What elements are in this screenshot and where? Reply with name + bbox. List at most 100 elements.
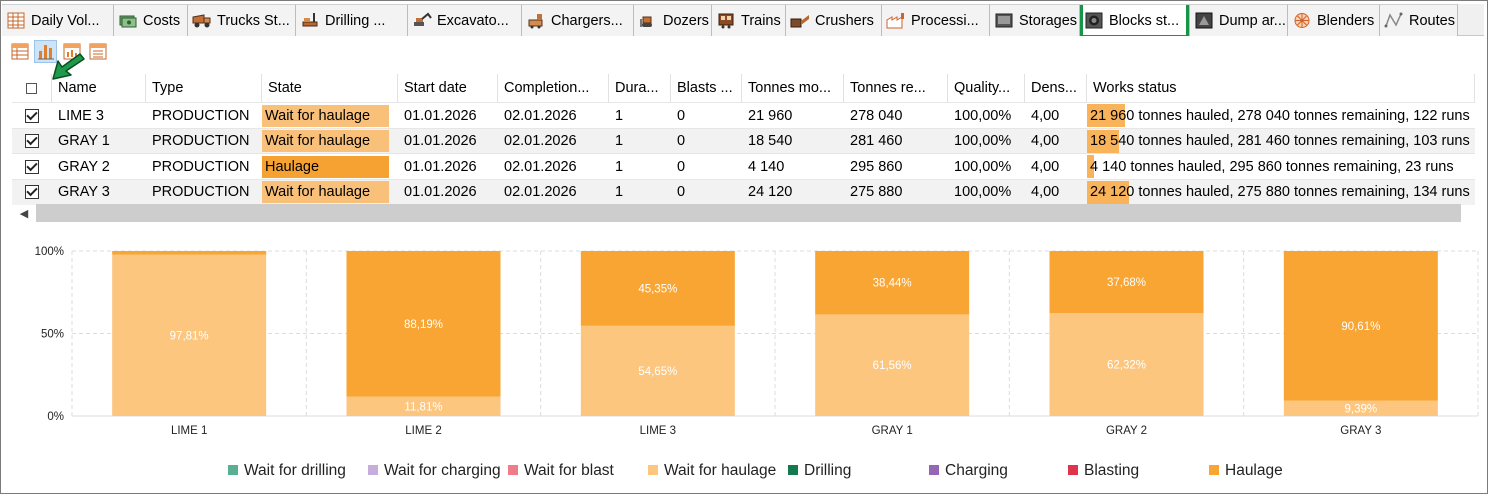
cell-density: 4,00 bbox=[1031, 158, 1060, 175]
scroll-thumb[interactable] bbox=[36, 204, 1461, 222]
column-header[interactable]: Tonnes re... bbox=[844, 74, 948, 102]
column-header[interactable]: Completion... bbox=[498, 74, 609, 102]
tab-dump[interactable]: Dump ar... bbox=[1190, 4, 1288, 36]
cell-moved: 24 120 bbox=[748, 184, 793, 200]
cell-duration: 1 bbox=[615, 107, 624, 124]
cell-type: PRODUCTION bbox=[152, 184, 250, 200]
column-header[interactable]: Quality... bbox=[948, 74, 1025, 102]
cell-name: GRAY 1 bbox=[58, 133, 110, 149]
data-label: 90,61% bbox=[1341, 321, 1380, 333]
state-badge: Haulage bbox=[262, 155, 389, 178]
tab-label: Dozers bbox=[663, 12, 709, 29]
column-header[interactable]: Type bbox=[146, 74, 262, 102]
blender-icon bbox=[1292, 12, 1312, 30]
state-cell: Wait for haulage bbox=[262, 180, 398, 205]
tab-label: Blocks st... bbox=[1109, 12, 1180, 29]
cell-quality: 100,00% bbox=[954, 184, 1012, 200]
cell-duration: 1 bbox=[615, 133, 624, 149]
cell-start: 01.01.2026 bbox=[404, 184, 477, 200]
cell-moved: 18 540 bbox=[748, 133, 793, 149]
tab-label: Trains bbox=[741, 12, 781, 29]
blocks-table: Name Type State Start date Completion... Dura… bbox=[12, 74, 1475, 224]
works-status-cell: 24 120 tonnes hauled, 275 880 tonnes rem… bbox=[1087, 180, 1475, 205]
row-checkbox[interactable] bbox=[12, 180, 52, 205]
tab-storage[interactable]: Storages bbox=[990, 4, 1080, 36]
tab-blocks[interactable]: Blocks st... bbox=[1080, 4, 1190, 36]
tab-drill-rig[interactable]: Drilling ... bbox=[296, 4, 408, 36]
data-label: 45,35% bbox=[638, 283, 677, 295]
tab-train[interactable]: Trains bbox=[712, 4, 786, 36]
table-view-button[interactable] bbox=[8, 40, 31, 63]
data-label: 9,39% bbox=[1345, 403, 1378, 415]
train-icon bbox=[716, 12, 736, 30]
table-row[interactable]: GRAY 3 PRODUCTION Wait for haulage 01.01.20… bbox=[12, 178, 1475, 205]
list-view-icon bbox=[89, 43, 106, 60]
row-checkbox[interactable] bbox=[12, 129, 52, 154]
column-header[interactable]: State bbox=[262, 74, 398, 102]
table-header: Name Type State Start date Completion... Dura… bbox=[12, 74, 1475, 102]
tab-label: Crushers bbox=[815, 12, 874, 29]
legend-label: Wait for drilling bbox=[244, 462, 346, 479]
factory-icon bbox=[886, 12, 906, 30]
state-badge: Wait for haulage bbox=[262, 181, 389, 203]
works-status-text: 24 120 tonnes hauled, 275 880 tonnes rem… bbox=[1090, 184, 1470, 200]
tab-money[interactable]: Costs bbox=[114, 4, 188, 36]
column-header[interactable]: Works status bbox=[1087, 74, 1475, 102]
excavator-icon bbox=[412, 12, 432, 30]
column-header[interactable]: Start date bbox=[398, 74, 498, 102]
tab-excavator[interactable]: Excavato... bbox=[408, 4, 522, 36]
cell-duration: 1 bbox=[615, 158, 624, 175]
state-badge: Wait for haulage bbox=[262, 130, 389, 152]
tab-charger[interactable]: Chargers... bbox=[522, 4, 634, 36]
tab-calendar-grid[interactable]: Daily Vol... bbox=[2, 4, 114, 36]
legend-label: Wait for haulage bbox=[664, 462, 776, 479]
tab-dozer[interactable]: Dozers bbox=[634, 4, 712, 36]
column-header[interactable]: Blasts ... bbox=[671, 74, 742, 102]
x-tick-label: LIME 2 bbox=[405, 425, 441, 437]
tab-label: Trucks St... bbox=[217, 12, 290, 29]
storage-icon bbox=[994, 12, 1014, 30]
list-view-button[interactable] bbox=[86, 40, 109, 63]
column-header[interactable]: Dens... bbox=[1025, 74, 1087, 102]
legend-swatch bbox=[648, 465, 658, 475]
horizontal-scrollbar[interactable]: ◀ bbox=[12, 203, 1475, 223]
tab-blender[interactable]: Blenders bbox=[1288, 4, 1380, 36]
blocks-icon bbox=[1084, 12, 1104, 30]
money-icon bbox=[118, 12, 138, 30]
table-row[interactable]: GRAY 2 PRODUCTION Haulage 01.01.2026 02.01.2… bbox=[12, 153, 1475, 179]
tab-truck[interactable]: Trucks St... bbox=[188, 4, 296, 36]
truck-icon bbox=[192, 12, 212, 30]
works-status-cell: 21 960 tonnes hauled, 278 040 tonnes rem… bbox=[1087, 103, 1475, 128]
cell-remaining: 275 880 bbox=[850, 184, 903, 200]
tab-factory[interactable]: Processi... bbox=[882, 4, 990, 36]
state-cell: Haulage bbox=[262, 154, 398, 179]
works-status-text: 21 960 tonnes hauled, 278 040 tonnes rem… bbox=[1090, 107, 1470, 124]
row-checkbox[interactable] bbox=[12, 154, 52, 179]
cell-type: PRODUCTION bbox=[152, 133, 250, 149]
data-label: 61,56% bbox=[873, 360, 912, 372]
column-header[interactable]: Name bbox=[52, 74, 146, 102]
cell-quality: 100,00% bbox=[954, 133, 1012, 149]
tab-routes[interactable]: Routes bbox=[1380, 4, 1458, 36]
cell-moved: 4 140 bbox=[748, 158, 785, 175]
column-header[interactable]: Dura... bbox=[609, 74, 671, 102]
table-row[interactable]: GRAY 1 PRODUCTION Wait for haulage 01.01.20… bbox=[12, 127, 1475, 154]
tab-crusher[interactable]: Crushers bbox=[786, 4, 882, 36]
table-view-icon bbox=[11, 43, 28, 60]
tab-label: Processi... bbox=[911, 12, 979, 29]
cell-remaining: 281 460 bbox=[850, 133, 903, 149]
works-status-cell: 4 140 tonnes hauled, 295 860 tonnes rema… bbox=[1087, 154, 1475, 179]
row-checkbox[interactable] bbox=[12, 103, 52, 128]
state-cell: Wait for haulage bbox=[262, 129, 398, 154]
scroll-left-icon[interactable]: ◀ bbox=[12, 203, 36, 223]
table-row[interactable]: LIME 3 PRODUCTION Wait for haulage 01.01.20… bbox=[12, 102, 1475, 128]
legend-swatch bbox=[368, 465, 378, 475]
legend-label: Charging bbox=[945, 462, 1008, 479]
column-header[interactable]: Tonnes mo... bbox=[742, 74, 844, 102]
cell-start: 01.01.2026 bbox=[404, 107, 477, 124]
cell-remaining: 278 040 bbox=[850, 107, 903, 124]
legend-swatch bbox=[508, 465, 518, 475]
works-status-cell: 18 540 tonnes hauled, 281 460 tonnes rem… bbox=[1087, 129, 1475, 154]
select-all-checkbox[interactable] bbox=[12, 74, 52, 102]
tab-label: Daily Vol... bbox=[31, 12, 100, 29]
